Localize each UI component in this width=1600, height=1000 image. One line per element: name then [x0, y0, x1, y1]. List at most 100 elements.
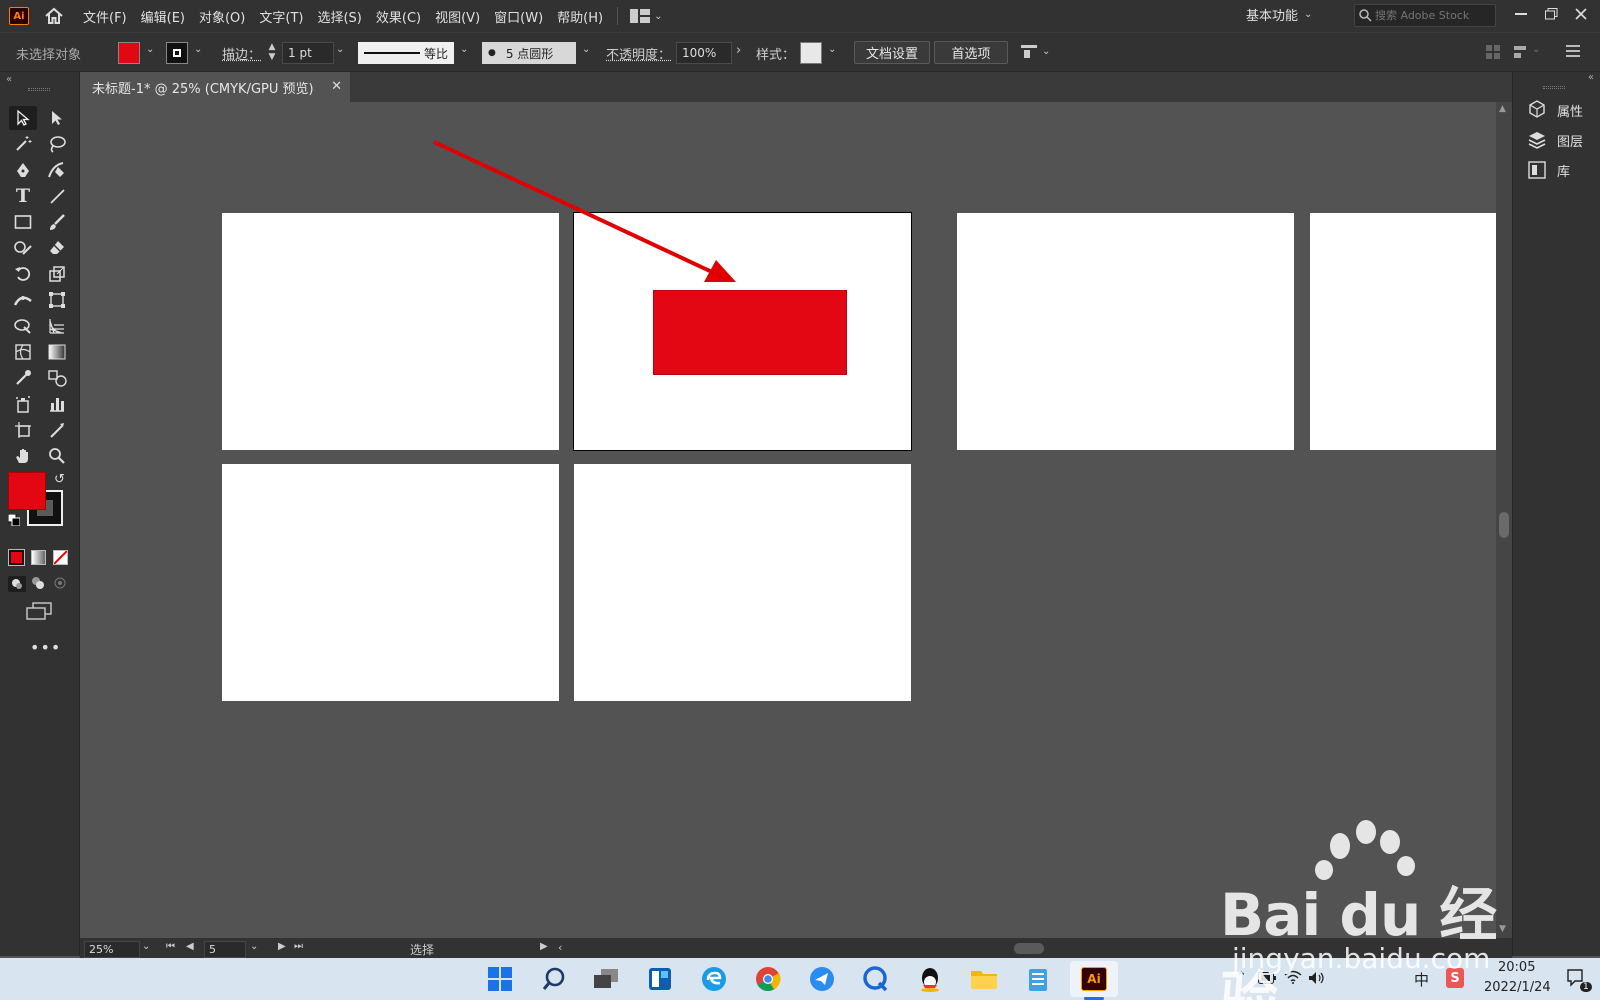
feishu-app-icon[interactable]	[806, 964, 838, 994]
close-window-button[interactable]	[1566, 2, 1596, 26]
scroll-up-icon[interactable]: ▲	[1499, 104, 1506, 114]
opacity-label[interactable]: 不透明度：	[606, 44, 671, 63]
wifi-icon[interactable]	[1284, 970, 1302, 988]
scroll-left-icon[interactable]: ‹	[558, 941, 562, 954]
layers-panel-tab[interactable]: 图层	[1527, 130, 1583, 150]
free-transform-tool-icon[interactable]	[43, 288, 71, 312]
swap-colors-icon[interactable]: ↺	[54, 472, 65, 487]
meeting-app-icon[interactable]	[860, 964, 892, 994]
vertical-scrollbar[interactable]: ▲ ▼	[1496, 102, 1512, 940]
hand-tool-icon[interactable]	[9, 444, 37, 468]
menu-select[interactable]: 选择(S)	[317, 7, 361, 26]
horizontal-scrollbar-thumb[interactable]	[1014, 943, 1044, 954]
mesh-tool-icon[interactable]	[9, 340, 37, 364]
brush-dropdown-icon[interactable]: ⌄	[582, 44, 590, 55]
slice-tool-icon[interactable]	[43, 418, 71, 442]
close-tab-icon[interactable]: ✕	[331, 79, 342, 94]
task-view-icon[interactable]	[590, 964, 622, 994]
menu-help[interactable]: 帮助(H)	[557, 7, 603, 26]
menu-view[interactable]: 视图(V)	[435, 7, 480, 26]
scale-tool-icon[interactable]	[43, 262, 71, 286]
search-input[interactable]	[1375, 9, 1485, 22]
next-artboard-icon[interactable]: ▶	[278, 941, 286, 952]
arrange-panel-icon[interactable]	[1486, 45, 1500, 63]
width-tool-icon[interactable]	[9, 288, 37, 312]
pen-tool-icon[interactable]	[9, 158, 37, 182]
default-colors-icon[interactable]	[7, 513, 21, 530]
libraries-panel-tab[interactable]: 库	[1527, 160, 1570, 180]
panel-grip[interactable]	[28, 88, 50, 91]
last-artboard-icon[interactable]: ⏭	[294, 941, 303, 952]
menu-effect[interactable]: 效果(C)	[376, 7, 421, 26]
line-segment-tool-icon[interactable]	[43, 184, 71, 208]
rectangle-tool-icon[interactable]	[9, 210, 37, 234]
profile-dropdown-icon[interactable]: ⌄	[460, 44, 468, 55]
eyedropper-tool-icon[interactable]	[9, 366, 37, 390]
transform-panel-icon[interactable]: ⌄	[1512, 44, 1540, 60]
document-setup-button[interactable]: 文档设置	[854, 41, 930, 64]
fill-swatch[interactable]	[118, 42, 140, 64]
panel-menu-icon[interactable]	[1566, 45, 1580, 61]
menu-file[interactable]: 文件(F)	[83, 7, 127, 26]
draw-normal-icon[interactable]	[8, 576, 26, 592]
stroke-label[interactable]: 描边：	[222, 44, 261, 63]
shaper-tool-icon[interactable]	[9, 236, 37, 260]
qq-app-icon[interactable]	[914, 964, 946, 994]
screen-mode-icon[interactable]	[26, 602, 52, 624]
volume-icon[interactable]	[1308, 971, 1326, 989]
color-mode-icon[interactable]	[8, 549, 25, 566]
file-explorer-icon[interactable]	[968, 964, 1000, 994]
properties-panel-tab[interactable]: 属性	[1527, 100, 1583, 120]
menu-window[interactable]: 窗口(W)	[494, 7, 543, 26]
edge-browser-icon[interactable]	[698, 964, 730, 994]
document-tab[interactable]: 未标题-1* @ 25% (CMYK/GPU 预览) ✕	[80, 72, 350, 102]
draw-behind-icon[interactable]	[31, 576, 45, 594]
stroke-dropdown-icon[interactable]: ⌄	[194, 44, 202, 55]
brush-definition[interactable]: ● 5 点圆形	[482, 42, 576, 64]
clock-time[interactable]: 20:05	[1498, 960, 1535, 975]
arrange-documents-icon[interactable]: ⌄	[630, 9, 662, 23]
stroke-stepper[interactable]: ▲ ▼	[266, 42, 278, 64]
menu-type[interactable]: 文字(T)	[259, 7, 303, 26]
gradient-mode-icon[interactable]	[31, 550, 46, 565]
stroke-weight-field[interactable]: 1 pt	[282, 42, 334, 64]
ime-indicator[interactable]: 中	[1414, 969, 1429, 990]
magic-wand-tool-icon[interactable]	[9, 132, 37, 156]
scroll-down-icon[interactable]: ▼	[1499, 924, 1506, 934]
column-graph-tool-icon[interactable]	[43, 392, 71, 416]
zoom-dropdown-icon[interactable]: ⌄	[142, 941, 150, 952]
opacity-chevron-right-icon[interactable]: ›	[736, 43, 741, 58]
first-artboard-icon[interactable]: ⏮	[166, 941, 175, 952]
selection-tool-icon[interactable]	[9, 106, 37, 130]
scrollbar-thumb[interactable]	[1499, 512, 1509, 538]
preferences-button[interactable]: 首选项	[934, 41, 1008, 64]
shape-builder-tool-icon[interactable]	[9, 314, 37, 338]
eraser-tool-icon[interactable]	[43, 236, 71, 260]
fill-dropdown-icon[interactable]: ⌄	[146, 44, 154, 55]
gradient-tool-icon[interactable]	[43, 340, 71, 364]
widgets-icon[interactable]	[644, 964, 676, 994]
symbol-sprayer-tool-icon[interactable]	[9, 392, 37, 416]
opacity-field[interactable]: 100%	[676, 42, 732, 64]
menu-object[interactable]: 对象(O)	[199, 7, 245, 26]
collapse-dock-icon[interactable]: «	[1588, 72, 1594, 83]
stroke-weight-dropdown[interactable]: ⌄	[336, 44, 344, 55]
minimize-button[interactable]	[1506, 2, 1536, 26]
paintbrush-tool-icon[interactable]	[43, 210, 71, 234]
battery-icon[interactable]	[1258, 972, 1276, 988]
home-icon[interactable]	[41, 5, 67, 27]
search-taskbar-icon[interactable]	[538, 964, 570, 994]
sogou-ime-icon[interactable]: S	[1446, 968, 1464, 988]
chrome-browser-icon[interactable]	[752, 964, 784, 994]
stroke-swatch[interactable]	[166, 42, 188, 64]
menu-edit[interactable]: 编辑(E)	[141, 7, 185, 26]
canvas[interactable]	[80, 102, 1496, 940]
draw-inside-icon[interactable]	[53, 576, 67, 594]
zoom-field[interactable]: 25%	[84, 941, 140, 958]
perspective-grid-tool-icon[interactable]	[43, 314, 71, 338]
style-dropdown-icon[interactable]: ⌄	[828, 44, 836, 55]
direct-selection-tool-icon[interactable]	[43, 106, 71, 130]
blend-tool-icon[interactable]	[43, 366, 71, 390]
lasso-tool-icon[interactable]	[43, 132, 71, 156]
curvature-tool-icon[interactable]	[43, 158, 71, 182]
